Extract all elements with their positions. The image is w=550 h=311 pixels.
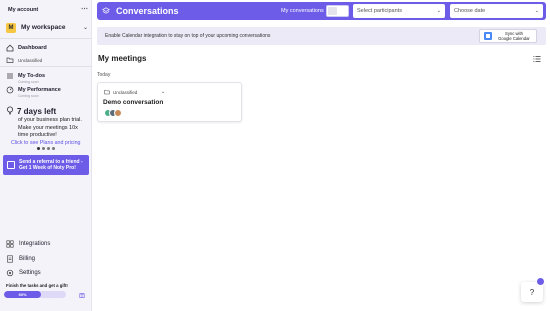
trial-line-1: of your business plan trial. [18, 117, 82, 123]
group-label-today: Today [97, 72, 111, 78]
calendar-banner-text: Enable Calendar integration to stay on t… [105, 33, 271, 39]
sync-label-line-2: Google Calendar [498, 36, 530, 41]
sidebar-item-label: Unclassified [18, 57, 43, 63]
workspace-badge: M [6, 22, 16, 33]
trial-notice: 7 days left of your business plan trial.… [6, 106, 90, 140]
referral-line-2: Get 1 Week of Noty Pro! [19, 165, 76, 171]
sidebar: My account ⋯ M My workspace ⌄ Dashboard … [0, 0, 92, 311]
card-folder-label: Unclassified [113, 90, 138, 95]
participants-placeholder: Select participants [357, 8, 402, 14]
gift-box-icon[interactable] [79, 292, 85, 298]
carousel-dot[interactable] [42, 147, 45, 150]
coming-soon-note: Coming soon [18, 94, 39, 98]
carousel-dots[interactable] [37, 147, 55, 150]
sidebar-item-label: My Performance [18, 87, 61, 93]
conversations-header: Conversations My conversations Select pa… [97, 2, 546, 20]
trial-line-3: time productive! [18, 132, 57, 138]
receipt-icon [6, 255, 14, 263]
sidebar-item-integrations[interactable]: Integrations [6, 240, 50, 248]
participants-select[interactable]: Select participants ⌄ [353, 4, 445, 18]
workspace-name: My workspace [21, 24, 66, 31]
sidebar-item-label: Settings [19, 270, 41, 276]
divider [0, 66, 92, 67]
card-folder[interactable]: Unclassified [104, 89, 137, 96]
more-icon[interactable]: ⋯ [81, 6, 88, 13]
list-view-icon[interactable] [533, 55, 541, 63]
account-label: My account [8, 7, 39, 13]
sidebar-item-todos[interactable]: My To-dos [6, 72, 45, 80]
help-button[interactable]: ? [521, 282, 543, 302]
gear-icon [6, 269, 14, 277]
carousel-dot[interactable] [52, 147, 55, 150]
my-conversations-toggle[interactable] [326, 5, 349, 17]
my-conversations-label: My conversations [281, 8, 324, 14]
sidebar-item-settings[interactable]: Settings [6, 269, 41, 277]
sidebar-item-label: My To-dos [18, 73, 46, 79]
trial-days-left: 7 days left [17, 107, 57, 116]
conversations-icon [101, 7, 110, 16]
divider [0, 38, 92, 39]
toggle-knob [328, 7, 337, 15]
sidebar-item-billing[interactable]: Billing [6, 255, 35, 263]
chevron-down-icon: ⌄ [436, 8, 441, 14]
trial-line-2: Make your meetings 10x [18, 124, 78, 131]
sidebar-item-label: Dashboard [18, 45, 47, 51]
tasks-gift-label: Finish the tasks and get a gift! [6, 283, 68, 288]
coming-soon-note: Coming soon [18, 80, 39, 84]
gift-icon [7, 161, 15, 169]
conversation-card[interactable]: Unclassified ⌄ Demo conversation [97, 82, 242, 122]
referral-button[interactable]: Send a referral to a friend - Get 1 Week… [3, 155, 89, 175]
grid-icon [6, 240, 14, 248]
notification-dot [537, 278, 544, 285]
help-label: ? [529, 287, 535, 297]
calendar-banner: Enable Calendar integration to stay on t… [97, 27, 546, 45]
date-placeholder: Choose date [454, 8, 486, 14]
plans-pricing-link[interactable]: Click to see Plans and pricing [11, 140, 80, 146]
account-row[interactable]: My account ⋯ [8, 5, 88, 15]
participant-avatars [104, 109, 122, 117]
tasks-progress-fill: 60% [4, 291, 42, 298]
chevron-down-icon: ⌄ [534, 8, 539, 14]
lightbulb-icon [6, 106, 14, 117]
card-title: Demo conversation [103, 99, 164, 106]
sidebar-item-label: Integrations [19, 241, 51, 247]
checklist-icon [6, 72, 14, 80]
tasks-progress-bar[interactable]: 60% [4, 291, 66, 298]
page-title: Conversations [116, 6, 179, 16]
sidebar-item-unclassified[interactable]: Unclassified [6, 56, 42, 64]
avatar [114, 109, 122, 117]
chevron-down-icon[interactable]: ⌄ [161, 89, 165, 95]
folder-icon [104, 89, 110, 96]
section-title: My meetings [98, 54, 147, 63]
sidebar-item-dashboard[interactable]: Dashboard [6, 44, 47, 52]
home-icon [6, 44, 14, 52]
sidebar-item-performance[interactable]: My Performance [6, 86, 61, 94]
carousel-dot[interactable] [37, 147, 40, 150]
folder-icon [6, 56, 14, 64]
sync-google-calendar-button[interactable]: Sync with Google Calendar [479, 29, 537, 43]
gauge-icon [6, 86, 14, 94]
chevron-down-icon: ⌄ [82, 25, 88, 31]
carousel-dot[interactable] [47, 147, 50, 150]
workspace-selector[interactable]: M My workspace ⌄ [6, 21, 88, 34]
google-calendar-icon [484, 32, 492, 40]
date-select[interactable]: Choose date ⌄ [450, 4, 543, 18]
sidebar-item-label: Billing [19, 256, 36, 262]
